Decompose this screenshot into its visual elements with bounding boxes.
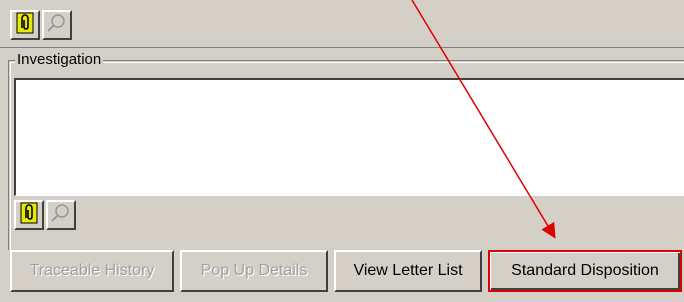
search-button[interactable] bbox=[42, 10, 72, 40]
attach-button[interactable] bbox=[10, 10, 40, 40]
action-buttons-row: Traceable History Pop Up Details View Le… bbox=[10, 250, 682, 292]
window-frame: Investigation Traceable History Pop Up D bbox=[0, 0, 684, 302]
pop-up-details-button[interactable]: Pop Up Details bbox=[180, 250, 328, 292]
investigation-textbox[interactable] bbox=[14, 78, 684, 196]
top-toolbar bbox=[10, 10, 72, 40]
paperclip-icon bbox=[20, 202, 38, 228]
investigation-legend: Investigation bbox=[15, 51, 104, 69]
attach-button-bottom[interactable] bbox=[14, 200, 44, 230]
top-strip bbox=[0, 0, 684, 48]
standard-disposition-button[interactable]: Standard Disposition bbox=[488, 250, 682, 292]
bottom-toolbar bbox=[14, 200, 76, 230]
magnifier-icon bbox=[50, 202, 72, 228]
search-button-bottom[interactable] bbox=[46, 200, 76, 230]
magnifier-icon bbox=[46, 12, 68, 38]
traceable-history-button[interactable]: Traceable History bbox=[10, 250, 174, 292]
paperclip-icon bbox=[16, 12, 34, 38]
view-letter-list-button[interactable]: View Letter List bbox=[334, 250, 482, 292]
